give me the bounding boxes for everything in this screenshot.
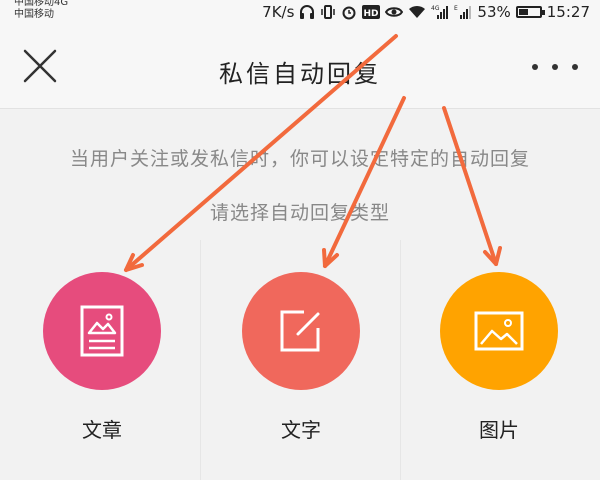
image-icon bbox=[474, 311, 524, 351]
option-label: 图片 bbox=[479, 418, 519, 442]
arrow-to-article-head bbox=[124, 253, 144, 272]
svg-text:4G: 4G bbox=[431, 5, 440, 12]
clock: 15:27 bbox=[546, 3, 590, 21]
option-image[interactable]: 图片 bbox=[439, 272, 559, 443]
vibrate-icon bbox=[320, 4, 336, 20]
headphones-icon bbox=[299, 4, 315, 20]
option-circle[interactable] bbox=[43, 272, 161, 390]
option-text[interactable]: 文字 bbox=[241, 272, 361, 443]
option-label: 文章 bbox=[82, 418, 122, 442]
divider bbox=[200, 240, 201, 480]
option-circle[interactable] bbox=[242, 272, 360, 390]
signal-e-icon: E bbox=[454, 4, 472, 20]
prompt-text: 请选择自动回复类型 bbox=[209, 202, 390, 224]
svg-text:HD: HD bbox=[364, 9, 379, 19]
description-text: 当用户关注或发私信时，你可以设定特定的自动回复 bbox=[69, 148, 530, 170]
option-article[interactable]: 文章 bbox=[42, 272, 162, 443]
arrow-to-text-head bbox=[322, 248, 339, 268]
carrier-1: 中国移动4G bbox=[14, 0, 69, 8]
option-label: 文字 bbox=[281, 418, 321, 442]
battery-icon bbox=[515, 6, 545, 18]
status-bar: 中国移动4G 中国移动 7K/s HD 4G E 53% 15:27 bbox=[0, 0, 600, 24]
battery-percent: 53% bbox=[477, 3, 511, 21]
more-button[interactable] bbox=[532, 60, 578, 74]
text-edit-icon bbox=[280, 310, 320, 352]
option-circle[interactable] bbox=[440, 272, 558, 390]
divider bbox=[400, 240, 401, 480]
arrow-to-image bbox=[442, 106, 498, 266]
wifi-icon bbox=[408, 5, 426, 19]
carrier-2: 中国移动 bbox=[14, 9, 54, 20]
signal-4g-icon: 4G bbox=[431, 4, 449, 20]
svg-text:E: E bbox=[454, 5, 458, 12]
status-icons: 7K/s HD 4G E 53% 15:27 bbox=[262, 2, 590, 22]
article-icon bbox=[80, 305, 124, 357]
more-icon bbox=[532, 64, 538, 70]
header: 私信自动回复 bbox=[0, 24, 600, 109]
carrier-info: 中国移动4G 中国移动 bbox=[14, 0, 68, 21]
eye-icon bbox=[385, 5, 404, 19]
page-title: 私信自动回复 bbox=[219, 60, 381, 88]
arrow-to-text bbox=[323, 96, 406, 268]
alarm-icon bbox=[341, 4, 357, 20]
arrow-to-image-head bbox=[483, 246, 502, 266]
hd-icon: HD bbox=[362, 5, 381, 19]
network-speed: 7K/s bbox=[262, 3, 295, 21]
